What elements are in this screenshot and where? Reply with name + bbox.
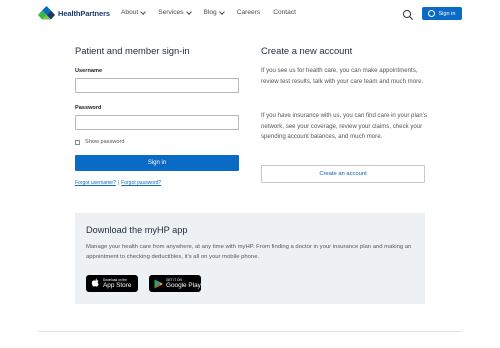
show-password-checkbox[interactable]: [75, 139, 80, 145]
google-play-big-text: Google Play: [166, 282, 201, 289]
create-account-button[interactable]: Create an account: [261, 165, 425, 183]
logo-text: HealthPartners: [58, 8, 110, 18]
password-field[interactable]: [75, 115, 239, 130]
create-account-section: Create a new account: [261, 45, 425, 56]
nav-services[interactable]: Services: [158, 8, 192, 16]
app-title: Download the myHP app: [86, 225, 188, 235]
app-store-button[interactable]: Download on the App Store: [86, 275, 138, 292]
nav-services-label: Services: [158, 9, 184, 16]
site-header: HealthPartners About Services Blog Caree…: [0, 0, 500, 28]
nav-contact-label: Contact: [273, 9, 296, 16]
forgot-links: Forgot username? | Forgot password?: [75, 180, 161, 186]
signin-section: Patient and member sign-in: [75, 45, 239, 56]
username-field[interactable]: [75, 78, 239, 93]
google-play-text: GET IT ON Google Play: [166, 278, 201, 289]
logo-mark-icon: [38, 6, 55, 20]
nav-careers[interactable]: Careers: [237, 9, 260, 16]
link-separator: |: [117, 180, 120, 186]
create-account-care-text: If you see us for health care, you can m…: [261, 67, 424, 85]
show-password-label: Show password: [85, 139, 125, 145]
nav-contact[interactable]: Contact: [273, 9, 296, 16]
main-nav: About Services Blog Careers Contact: [121, 8, 309, 16]
app-description: Manage your health care from anywhere, a…: [86, 244, 412, 261]
apple-icon: [91, 278, 99, 287]
show-password-row: Show password: [75, 139, 125, 145]
nav-blog[interactable]: Blog: [203, 8, 225, 16]
create-account-title: Create a new account: [261, 45, 353, 56]
nav-about-label: About: [121, 9, 139, 16]
nav-about[interactable]: About: [121, 8, 147, 16]
signin-button[interactable]: Sign in: [75, 155, 239, 171]
forgot-username-link[interactable]: Forgot username?: [75, 180, 116, 186]
app-store-big-text: App Store: [103, 282, 132, 289]
username-label: Username: [75, 68, 103, 74]
nav-careers-label: Careers: [236, 9, 261, 16]
healthpartners-logo[interactable]: HealthPartners: [38, 6, 110, 20]
footer-divider: [38, 331, 462, 332]
password-label: Password: [75, 105, 102, 111]
google-play-icon: [154, 279, 163, 288]
search-icon: [402, 9, 414, 21]
header-signin-button[interactable]: Sign in: [422, 7, 462, 20]
chevron-down-icon: [218, 8, 225, 15]
signin-title: Patient and member sign-in: [75, 45, 190, 56]
google-play-button[interactable]: GET IT ON Google Play: [149, 275, 201, 292]
user-icon: [428, 10, 436, 17]
create-account-insurance-text: If you have insurance with us, you can f…: [261, 112, 427, 140]
chevron-down-icon: [140, 8, 147, 15]
search-button[interactable]: [402, 8, 414, 21]
chevron-down-icon: [185, 8, 192, 15]
nav-blog-label: Blog: [203, 9, 217, 16]
forgot-password-link[interactable]: Forgot password?: [121, 180, 161, 186]
app-download-panel: Download the myHP app Manage your health…: [75, 213, 425, 304]
app-store-text: Download on the App Store: [103, 278, 131, 289]
header-signin-label: Sign in: [438, 10, 456, 17]
